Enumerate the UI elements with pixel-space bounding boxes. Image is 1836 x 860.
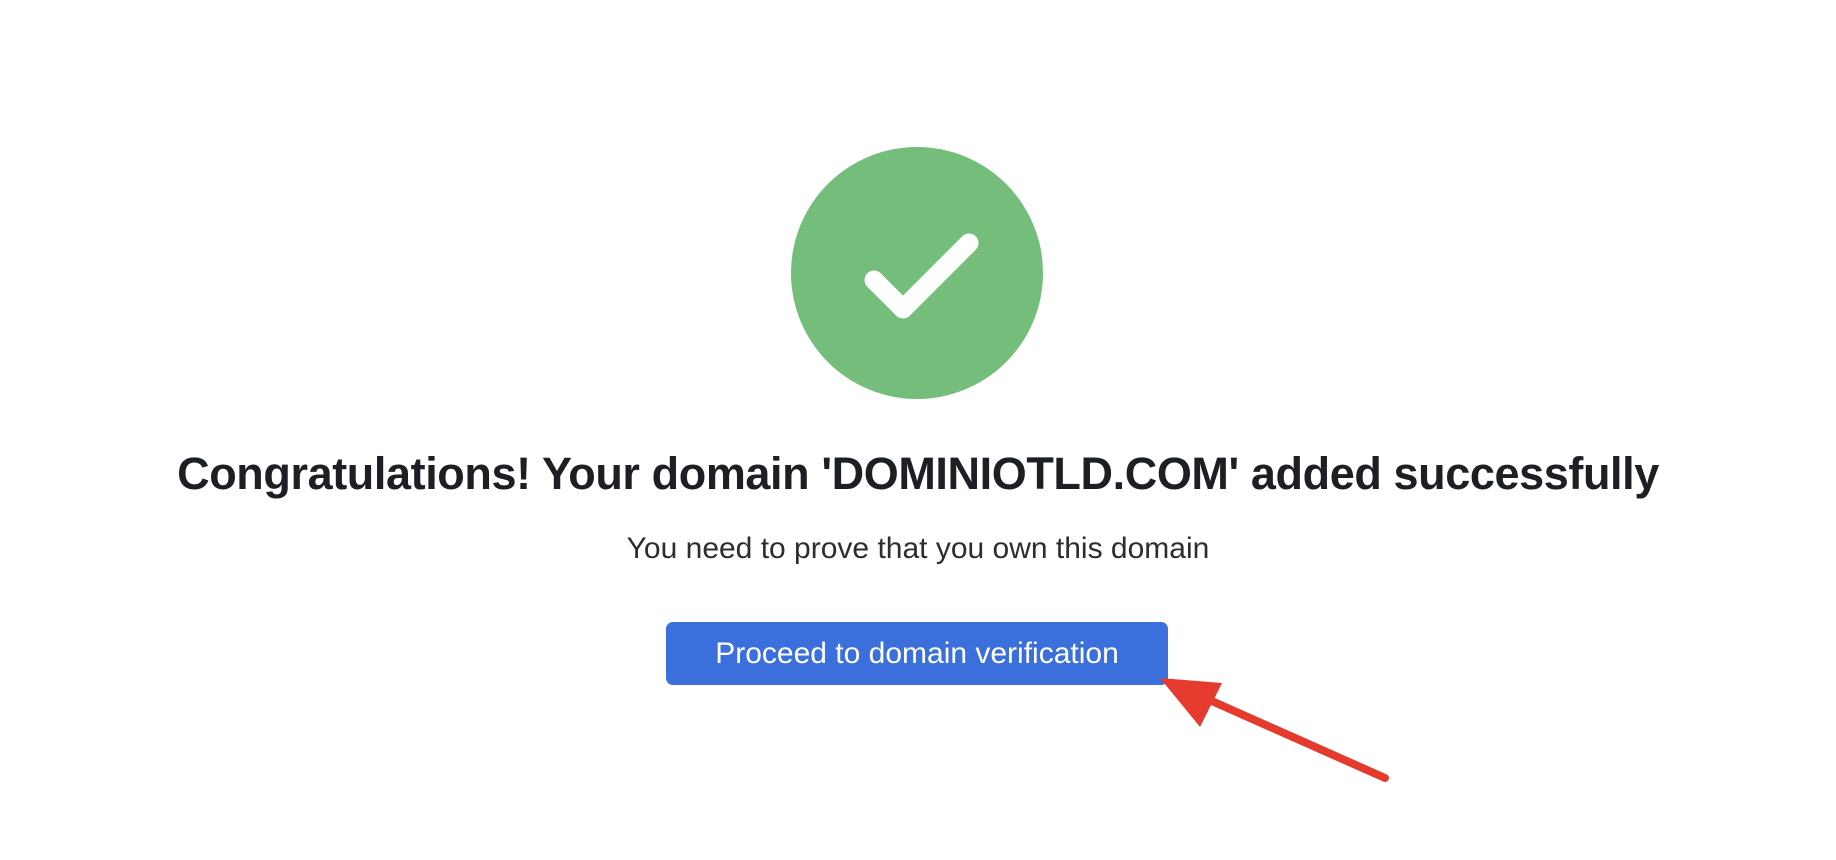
red-arrow-icon	[1160, 678, 1389, 782]
checkmark-circle-icon	[791, 147, 1043, 399]
success-headline: Congratulations! Your domain 'DOMINIOTLD…	[177, 448, 1659, 499]
verification-instruction: You need to prove that you own this doma…	[626, 532, 1210, 565]
proceed-to-verification-button[interactable]: Proceed to domain verification	[666, 622, 1168, 685]
checkmark-icon	[864, 233, 979, 319]
success-page: Congratulations! Your domain 'DOMINIOTLD…	[0, 0, 1836, 860]
